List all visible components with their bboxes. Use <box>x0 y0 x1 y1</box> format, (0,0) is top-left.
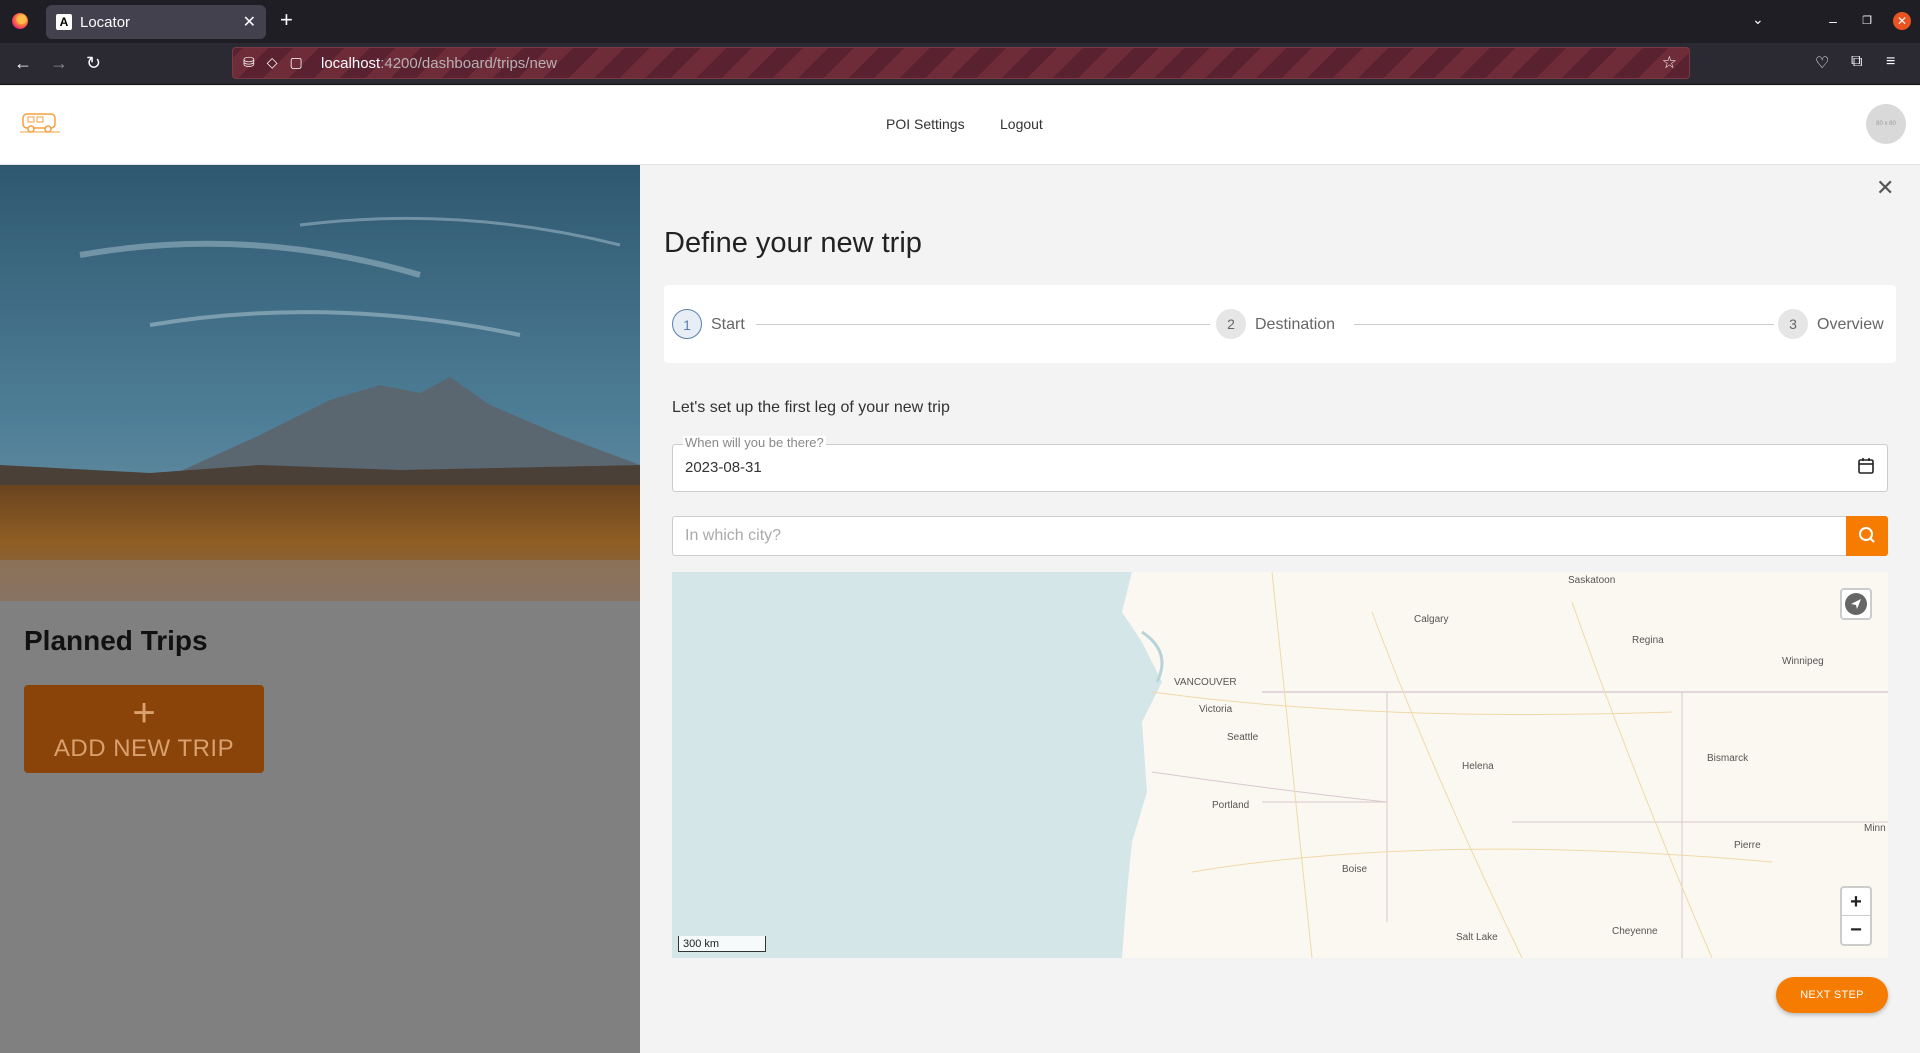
city-label: Portland <box>1212 800 1250 811</box>
city-label: VANCOUVER <box>1174 677 1237 688</box>
map[interactable]: Saskatoon Calgary Regina Winnipeg VANCOU… <box>672 572 1888 958</box>
date-field[interactable]: When will you be there? 2023-08-31 <box>672 436 1888 492</box>
step-3-number[interactable]: 3 <box>1778 309 1808 339</box>
zoom-controls: + − <box>1840 886 1872 946</box>
forward-icon[interactable]: → <box>50 52 68 74</box>
step-1-label[interactable]: Start <box>711 316 745 334</box>
search-button[interactable] <box>1846 516 1888 556</box>
minimize-icon[interactable]: – <box>1824 12 1842 30</box>
navigation-arrow-icon <box>1845 593 1867 615</box>
search-icon <box>1859 527 1875 543</box>
add-new-trip-label: ADD NEW TRIP <box>53 735 235 762</box>
date-value[interactable]: 2023-08-31 <box>685 459 762 476</box>
camper-van-logo-icon[interactable] <box>20 108 60 136</box>
city-search-input[interactable] <box>672 516 1846 556</box>
close-tab-icon[interactable]: ✕ <box>243 12 256 32</box>
security-icons: ⛁◇▢ <box>243 54 315 70</box>
restore-icon[interactable]: ❐ <box>1858 12 1876 30</box>
city-label: Winnipeg <box>1782 656 1824 667</box>
add-new-trip-button[interactable]: + ADD NEW TRIP <box>24 685 264 773</box>
bookmark-star-icon[interactable]: ☆ <box>1662 53 1677 73</box>
menu-icon[interactable]: ≡ <box>1886 53 1895 71</box>
new-tab-icon[interactable]: + <box>280 8 293 32</box>
nav-poi-settings[interactable]: POI Settings <box>886 116 965 132</box>
city-label: Regina <box>1632 635 1664 646</box>
map-tiles <box>672 572 1888 958</box>
calendar-icon[interactable] <box>1857 457 1875 475</box>
stepper: 1 Start 2 Destination 3 Overview <box>664 285 1896 363</box>
angular-favicon-icon: A <box>56 14 72 30</box>
url-bar[interactable]: ⛁◇▢ localhost:4200/dashboard/trips/new ☆ <box>232 47 1690 79</box>
step-1-number[interactable]: 1 <box>672 309 702 339</box>
browser-nav-bar: ← → ↻ ⛁◇▢ localhost:4200/dashboard/trips… <box>0 43 1920 85</box>
chevron-down-icon[interactable]: ⌄ <box>1752 11 1764 28</box>
pocket-icon[interactable]: ♡ <box>1815 53 1829 73</box>
reload-icon[interactable]: ↻ <box>86 52 101 74</box>
new-trip-panel: ✕ Define your new trip 1 Start 2 Destina… <box>640 165 1920 1053</box>
city-label: Salt Lake <box>1456 932 1498 943</box>
step-divider <box>756 324 1210 325</box>
step-2-number[interactable]: 2 <box>1216 309 1246 339</box>
browser-tab-bar: A Locator ✕ + ⌄ – ❐ ✕ <box>0 0 1920 43</box>
map-scale: 300 km <box>678 936 766 952</box>
window-close-icon[interactable]: ✕ <box>1893 12 1911 30</box>
page-title: Define your new trip <box>664 227 922 259</box>
zoom-out-button[interactable]: − <box>1842 916 1870 944</box>
form-subtitle: Let's set up the first leg of your new t… <box>672 399 950 416</box>
date-field-label: When will you be there? <box>683 435 826 450</box>
browser-tab[interactable]: A Locator ✕ <box>46 5 266 39</box>
url-text: localhost:4200/dashboard/trips/new <box>321 55 557 72</box>
tab-title: Locator <box>80 14 131 31</box>
city-label: Victoria <box>1199 704 1233 715</box>
city-label: Minn <box>1864 823 1886 834</box>
next-step-button[interactable]: NEXT STEP <box>1776 977 1888 1013</box>
city-label: Helena <box>1462 761 1494 772</box>
zoom-in-button[interactable]: + <box>1842 888 1870 916</box>
trips-sidebar: Planned Trips + ADD NEW TRIP <box>0 165 640 1053</box>
avatar[interactable]: 80 x 80 <box>1866 104 1906 144</box>
firefox-logo-icon <box>12 13 28 29</box>
locate-me-button[interactable] <box>1840 588 1872 620</box>
step-3-label[interactable]: Overview <box>1817 316 1884 334</box>
nav-logout[interactable]: Logout <box>1000 116 1043 132</box>
city-label: Bismarck <box>1707 753 1749 764</box>
extensions-icon[interactable]: ⧉ <box>1851 53 1862 71</box>
close-panel-icon[interactable]: ✕ <box>1876 175 1894 201</box>
desert-landscape-image <box>0 165 640 601</box>
planned-trips-title: Planned Trips <box>24 625 208 656</box>
city-label: Seattle <box>1227 732 1259 743</box>
city-label: Cheyenne <box>1612 926 1658 937</box>
city-label: Pierre <box>1734 840 1761 851</box>
step-divider <box>1354 324 1774 325</box>
step-2-label[interactable]: Destination <box>1255 316 1335 334</box>
city-label: Calgary <box>1414 614 1449 625</box>
city-label: Boise <box>1342 864 1368 875</box>
app-header: POI Settings Logout 80 x 80 <box>0 86 1920 165</box>
back-icon[interactable]: ← <box>14 52 32 74</box>
plus-icon: + <box>132 691 156 735</box>
city-label: Saskatoon <box>1568 575 1616 586</box>
